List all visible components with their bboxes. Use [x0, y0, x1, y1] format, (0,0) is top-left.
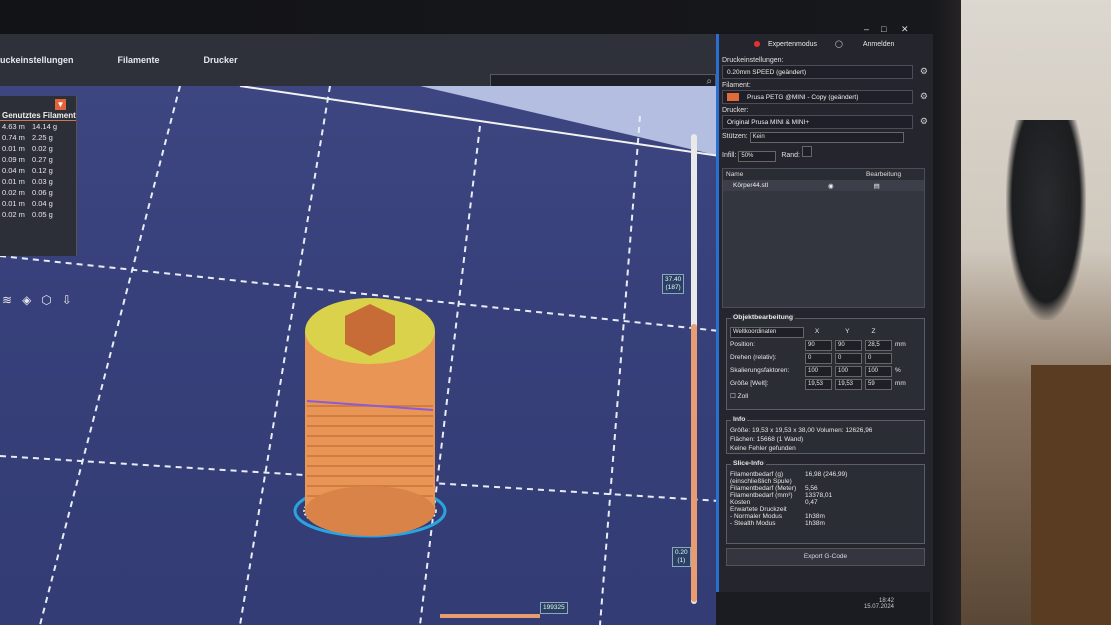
export-icon[interactable]: ⇩ [62, 293, 72, 307]
slider-bottom-label: 0.20 (1) [672, 547, 691, 567]
object-list: Name Bearbeitung Körper44.stl ◉ ▤ [722, 168, 925, 308]
gear-icon[interactable]: ⚙ [920, 116, 928, 127]
slice-row: Erwartete Druckzeit [730, 506, 787, 513]
mode-select[interactable]: Expertenmodus [768, 41, 817, 48]
rotate-row: Drehen (relativ): 0 0 0 [730, 353, 924, 364]
tab-print-settings[interactable]: uckeinstellungen [0, 55, 74, 65]
screw-model[interactable] [290, 286, 490, 576]
window-titlebar: Expertenmodus ◯ Anmelden – □ ✕ [719, 24, 933, 54]
position-row: Position: 90 90 28,5 mm [730, 340, 924, 351]
layer-slider-fill [691, 324, 697, 602]
minimize-icon[interactable]: – [864, 24, 869, 34]
edit-icon[interactable]: ▤ [874, 182, 880, 190]
move-slider[interactable] [440, 614, 540, 618]
filament-legend: ▼ Genutztes Filament 4.63 m 14.14 g 0.74 … [0, 96, 77, 256]
slice-row: Filamentbedarf (g) 16,98 (246,99) [730, 471, 848, 478]
export-gcode-button[interactable]: Export G-Code [726, 548, 925, 566]
legend-dropdown-icon[interactable]: ▼ [55, 99, 66, 110]
legend-row: 0.01 m 0.03 g [2, 177, 53, 186]
slice-row: Kosten 0,47 [730, 499, 818, 506]
layers-icon[interactable]: ≋ [2, 293, 12, 307]
cube-icon[interactable]: ⬡ [41, 293, 51, 307]
object-list-header: Name Bearbeitung [723, 169, 924, 180]
scale-row: Skalierungsfaktoren: 100 100 100% [730, 366, 924, 377]
coordinates-select[interactable]: Weltkoordinaten [730, 327, 804, 338]
move-slider-label: 199325 [540, 602, 568, 614]
filament-label: Filament: [722, 82, 751, 89]
eye-icon[interactable]: ◉ [828, 182, 834, 190]
wooden-table [1031, 365, 1111, 625]
close-icon[interactable]: ✕ [901, 24, 909, 35]
gear-icon[interactable]: ⚙ [920, 91, 928, 102]
gear-icon[interactable]: ⚙ [920, 66, 928, 77]
room-background [961, 0, 1111, 625]
object-manipulation-panel: Objektbearbeitung Weltkoordinaten XYZ Po… [726, 314, 925, 410]
layer-slider[interactable] [691, 134, 697, 604]
legend-row: 0.74 m 2.25 g [2, 133, 53, 142]
slice-info-panel: Slice-Info Filamentbedarf (g) 16,98 (246,… [726, 460, 925, 544]
infill-combo[interactable]: 50% [738, 151, 777, 162]
view-toolbar: ≋ ◈ ⬡ ⇩ [0, 290, 78, 310]
maximize-icon[interactable]: □ [881, 24, 886, 34]
legend-row: 0.09 m 0.27 g [2, 155, 53, 164]
cut-icon[interactable]: ◈ [22, 293, 31, 307]
support-combo[interactable]: Kein [749, 132, 904, 143]
chair [1006, 120, 1086, 320]
tab-printer[interactable]: Drucker [204, 55, 238, 65]
legend-row: 4.63 m 14.14 g [2, 122, 58, 131]
printer-label: Drucker: [722, 107, 749, 114]
inch-checkbox[interactable]: ☐ Zoll [730, 392, 924, 400]
slice-row: Filamentbedarf (mm³) 13378,01 [730, 492, 833, 499]
size-row: Größe [Welt]: 19,53 19,53 59 mm [730, 379, 924, 390]
brim-checkbox[interactable] [801, 146, 812, 157]
slice-row: - Normaler Modus 1h38m [730, 513, 825, 520]
3d-viewport[interactable] [0, 86, 720, 625]
legend-row: 0.01 m 0.02 g [2, 144, 53, 153]
user-icon[interactable]: ◯ [835, 40, 843, 48]
right-sidebar: Expertenmodus ◯ Anmelden – □ ✕ Druckeins… [716, 24, 933, 625]
taskbar: 18:42 15.07.2024 [716, 592, 930, 625]
legend-row: 0.04 m 0.12 g [2, 166, 53, 175]
tab-filaments[interactable]: Filamente [118, 55, 160, 65]
slice-row: - Stealth Modus 1h38m [730, 520, 825, 527]
support-row: Stützen: Kein [722, 132, 933, 143]
record-icon [754, 41, 760, 47]
legend-row: 0.02 m 0.06 g [2, 188, 53, 197]
object-row[interactable]: Körper44.stl ◉ ▤ [723, 180, 924, 191]
info-panel: Info Größe: 19,53 x 19,53 x 38,00 Volume… [726, 416, 925, 454]
infill-row: Infill: 50% Rand: [722, 146, 933, 162]
printer-combo[interactable]: Original Prusa MINI & MINI+ ⚙ [722, 115, 928, 129]
legend-row: 0.01 m 0.04 g [2, 199, 53, 208]
filament-color-swatch [727, 93, 739, 101]
print-settings-combo[interactable]: 0.20mm SPEED (geändert) ⚙ [722, 65, 928, 79]
slice-row: (einschließlich Spule) [730, 478, 792, 485]
filament-combo[interactable]: Prusa PETG @MINI - Copy (geändert) ⚙ [722, 90, 928, 104]
legend-row: 0.02 m 0.05 g [2, 210, 53, 219]
slice-row: Filamentbedarf (Meter) 5,56 [730, 485, 818, 492]
login-button[interactable]: Anmelden [863, 41, 895, 48]
slider-top-label: 37.40 (187) [662, 274, 685, 294]
print-settings-label: Druckeinstellungen: [722, 57, 784, 64]
clock: 18:42 15.07.2024 [863, 598, 894, 610]
